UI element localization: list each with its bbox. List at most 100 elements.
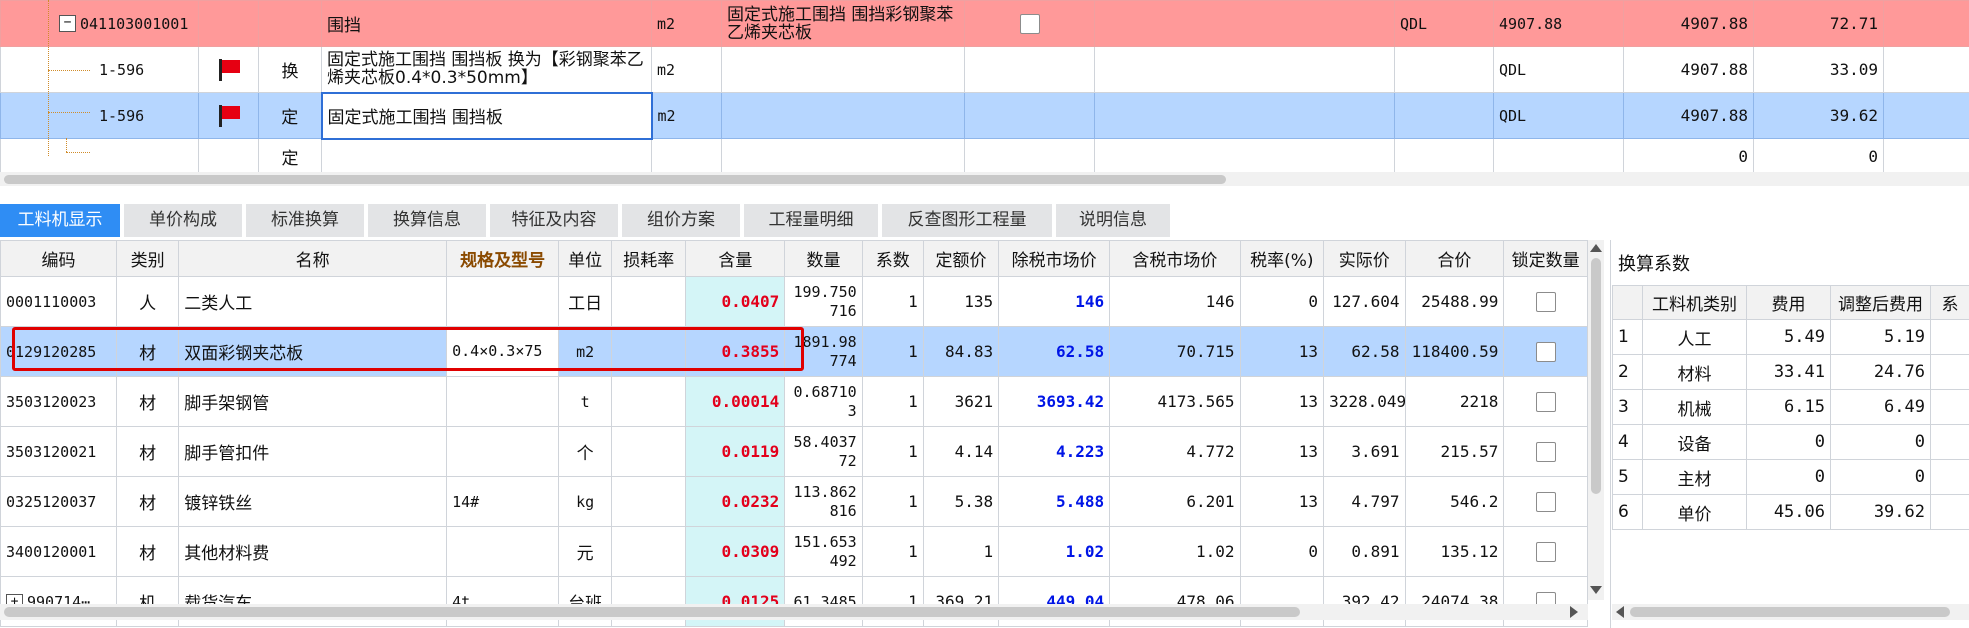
col-header[interactable]: 除税市场价 bbox=[998, 240, 1111, 277]
table-row[interactable]: −041103001001 围挡 m2 固定式施工围挡 围挡彩钢聚苯乙烯夹芯板 … bbox=[0, 0, 1969, 47]
tab-material-machine[interactable]: 工料机显示 bbox=[0, 204, 122, 237]
content-cell[interactable]: 0.0407 bbox=[685, 276, 786, 327]
tax-rate-cell[interactable]: 13 bbox=[1239, 376, 1325, 427]
loss-cell[interactable] bbox=[611, 276, 687, 327]
market-price-cell[interactable]: 4.223 bbox=[998, 426, 1111, 477]
spec-cell[interactable] bbox=[446, 376, 560, 427]
code-cell[interactable]: 3400120001 bbox=[0, 526, 118, 577]
content-cell[interactable]: 0.0309 bbox=[685, 526, 786, 577]
table-row[interactable]: 2 材料 33.41 24.76 bbox=[1612, 354, 1969, 390]
table-row[interactable]: 5 主材 0 0 bbox=[1612, 459, 1969, 495]
col-header[interactable]: 数量 bbox=[784, 240, 863, 277]
tab-unit-price[interactable]: 单价构成 bbox=[124, 204, 244, 237]
checkbox[interactable] bbox=[1019, 13, 1040, 34]
code-cell[interactable]: −041103001001 bbox=[0, 0, 199, 47]
tab-graphic-quantity[interactable]: 反查图形工程量 bbox=[882, 204, 1054, 237]
adjusted-fee-cell[interactable]: 0 bbox=[1830, 424, 1931, 460]
code-cell[interactable]: 1-596 bbox=[0, 92, 199, 139]
tab-pricing-plan[interactable]: 组价方案 bbox=[622, 204, 742, 237]
lock-checkbox[interactable] bbox=[1535, 541, 1556, 562]
code-cell[interactable]: 1-596 bbox=[0, 46, 199, 93]
lock-cell[interactable] bbox=[1503, 426, 1588, 477]
tax-rate-cell[interactable]: 13 bbox=[1239, 476, 1325, 527]
col-header[interactable]: 合价 bbox=[1404, 240, 1505, 277]
tax-market-price-cell[interactable]: 1.02 bbox=[1109, 526, 1241, 577]
scroll-down-arrow-icon[interactable] bbox=[1590, 586, 1602, 594]
table-row[interactable]: 3 机械 6.15 6.49 bbox=[1612, 389, 1969, 425]
col-header[interactable]: 含税市场价 bbox=[1109, 240, 1241, 277]
qty-expr-cell[interactable]: QDL bbox=[1493, 92, 1624, 139]
market-price-cell[interactable]: 146 bbox=[998, 276, 1111, 327]
name-cell[interactable]: 脚手架钢管 bbox=[178, 376, 448, 427]
spec-cell[interactable] bbox=[446, 276, 560, 327]
scroll-left-arrow-icon[interactable] bbox=[1616, 606, 1624, 618]
loss-cell[interactable] bbox=[611, 376, 687, 427]
side-scrollbar-thumb[interactable] bbox=[1630, 607, 1950, 617]
grid-vscroll-thumb[interactable] bbox=[1591, 258, 1601, 494]
tax-market-price-cell[interactable]: 6.201 bbox=[1109, 476, 1241, 527]
adjusted-fee-cell[interactable]: 0 bbox=[1830, 459, 1931, 495]
table-row[interactable]: 定 0 0 bbox=[0, 138, 1969, 175]
spec-cell[interactable] bbox=[446, 526, 560, 577]
tax-market-price-cell[interactable]: 4173.565 bbox=[1109, 376, 1241, 427]
lock-checkbox[interactable] bbox=[1535, 291, 1556, 312]
col-header[interactable]: 名称 bbox=[178, 240, 448, 277]
col-header[interactable]: 编码 bbox=[0, 240, 118, 277]
content-cell[interactable]: 0.0232 bbox=[685, 476, 786, 527]
qty-cell[interactable]: 4907.88 bbox=[1493, 0, 1624, 47]
market-price-cell[interactable]: 62.58 bbox=[998, 326, 1111, 377]
name-cell[interactable]: 其他材料费 bbox=[178, 526, 448, 577]
top-scrollbar-thumb[interactable] bbox=[4, 175, 1226, 184]
code-cell[interactable]: 3503120023 bbox=[0, 376, 118, 427]
col-header[interactable]: 损耗率 bbox=[611, 240, 687, 277]
market-price-cell[interactable]: 1.02 bbox=[998, 526, 1111, 577]
name-cell[interactable]: 镀锌铁丝 bbox=[178, 476, 448, 527]
col-header[interactable]: 税率(%) bbox=[1239, 240, 1325, 277]
tab-description[interactable]: 说明信息 bbox=[1056, 204, 1172, 237]
name-cell[interactable] bbox=[321, 138, 652, 175]
tab-features[interactable]: 特征及内容 bbox=[490, 204, 620, 237]
col-header[interactable]: 定额价 bbox=[922, 240, 1000, 277]
qty-expr-cell[interactable]: QDL bbox=[1493, 46, 1624, 93]
bottom-scrollbar-thumb[interactable] bbox=[4, 607, 1300, 617]
name-cell[interactable]: 脚手管扣件 bbox=[178, 426, 448, 477]
col-header[interactable]: 系 bbox=[1930, 285, 1969, 320]
code-cell[interactable]: 0325120037 bbox=[0, 476, 118, 527]
adjusted-fee-cell[interactable]: 39.62 bbox=[1830, 494, 1931, 530]
tax-market-price-cell[interactable]: 4.772 bbox=[1109, 426, 1241, 477]
table-row[interactable]: 3503120023 材 脚手架钢管 t 0.00014 0.687103 1 … bbox=[0, 376, 1588, 427]
table-row[interactable]: 3400120001 材 其他材料费 元 0.0309 151.653492 1… bbox=[0, 526, 1588, 577]
tax-market-price-cell[interactable]: 70.715 bbox=[1109, 326, 1241, 377]
tax-rate-cell[interactable]: 13 bbox=[1239, 326, 1325, 377]
lock-checkbox[interactable] bbox=[1535, 391, 1556, 412]
content-cell[interactable]: 0.00014 bbox=[685, 376, 786, 427]
table-row[interactable]: 4 设备 0 0 bbox=[1612, 424, 1969, 460]
table-row[interactable]: 3503120021 材 脚手管扣件 个 0.0119 58.403772 1 … bbox=[0, 426, 1588, 477]
lock-cell[interactable] bbox=[1503, 476, 1588, 527]
spec-cell[interactable] bbox=[446, 426, 560, 477]
scroll-right-arrow-icon[interactable] bbox=[1570, 606, 1578, 618]
code-cell[interactable]: 0001110003 bbox=[0, 276, 118, 327]
col-header[interactable]: 实际价 bbox=[1323, 240, 1406, 277]
lock-cell[interactable] bbox=[1503, 326, 1588, 377]
tab-conversion-info[interactable]: 换算信息 bbox=[368, 204, 488, 237]
table-row[interactable]: 0325120037 材 镀锌铁丝 14# kg 0.0232 113.8628… bbox=[0, 476, 1588, 527]
collapse-icon[interactable]: − bbox=[59, 15, 76, 32]
tax-market-price-cell[interactable]: 146 bbox=[1109, 276, 1241, 327]
spec-cell[interactable]: 14# bbox=[446, 476, 560, 527]
table-row[interactable]: 0001110003 人 二类人工 工日 0.0407 199.750716 1… bbox=[0, 276, 1588, 327]
market-price-cell[interactable]: 5.488 bbox=[998, 476, 1111, 527]
market-price-cell[interactable]: 3693.42 bbox=[998, 376, 1111, 427]
adjusted-fee-cell[interactable]: 24.76 bbox=[1830, 354, 1931, 390]
name-cell[interactable]: 二类人工 bbox=[178, 276, 448, 327]
code-cell[interactable]: 3503120021 bbox=[0, 426, 118, 477]
lock-checkbox[interactable] bbox=[1535, 341, 1556, 362]
tax-rate-cell[interactable]: 0 bbox=[1239, 526, 1325, 577]
col-header[interactable]: 含量 bbox=[685, 240, 786, 277]
col-header[interactable]: 锁定数量 bbox=[1503, 240, 1588, 277]
loss-cell[interactable] bbox=[611, 526, 687, 577]
content-cell[interactable]: 0.0119 bbox=[685, 426, 786, 477]
col-header-spec[interactable]: 规格及型号 bbox=[446, 240, 560, 277]
name-cell-editing[interactable]: 固定式施工围挡 围挡板 bbox=[320, 91, 653, 140]
feature-cell[interactable]: 固定式施工围挡 围挡彩钢聚苯乙烯夹芯板 bbox=[721, 0, 965, 47]
